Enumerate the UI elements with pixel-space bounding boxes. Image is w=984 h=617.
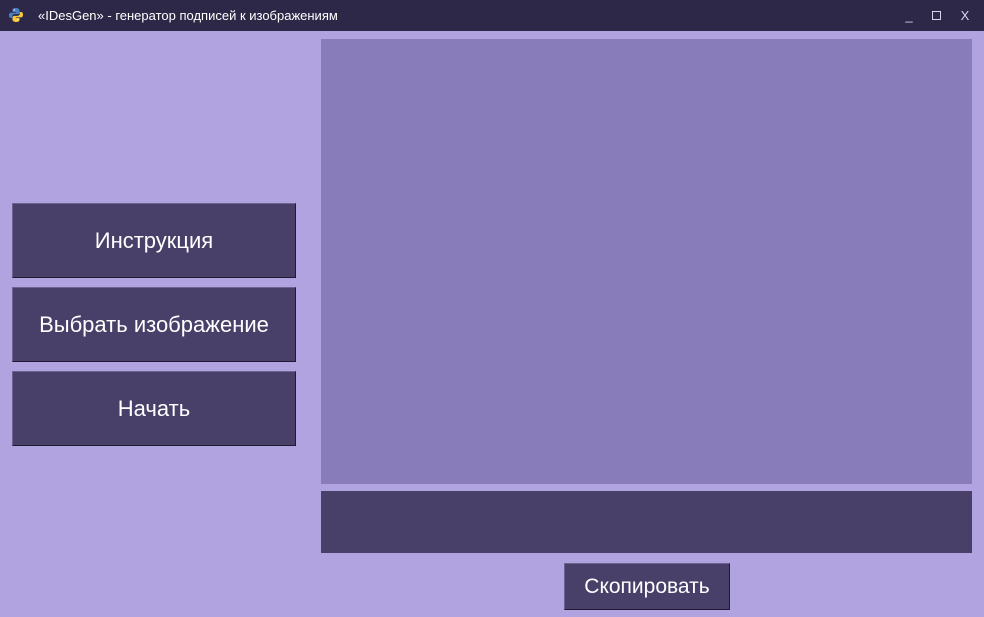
- close-button[interactable]: X: [954, 0, 976, 31]
- instructions-button-label: Инструкция: [94, 227, 214, 253]
- start-button[interactable]: Начать: [12, 371, 296, 446]
- start-button-label: Начать: [117, 395, 191, 421]
- title-bar: «IDesGen» - генератор подписей к изображ…: [0, 0, 984, 31]
- copy-button[interactable]: Скопировать: [564, 563, 730, 610]
- square-icon: [931, 11, 941, 21]
- choose-image-button[interactable]: Выбрать изображение: [12, 287, 296, 362]
- maximize-button[interactable]: [925, 0, 947, 31]
- image-preview-panel: [321, 39, 972, 484]
- copy-button-label: Скопировать: [584, 574, 710, 598]
- choose-image-button-label: Выбрать изображение: [39, 311, 269, 337]
- window-title: «IDesGen» - генератор подписей к изображ…: [38, 8, 338, 23]
- python-logo-icon: [9, 8, 23, 22]
- instructions-button[interactable]: Инструкция: [12, 203, 296, 278]
- minimize-button[interactable]: _: [898, 0, 920, 31]
- caption-output-field[interactable]: [321, 491, 972, 553]
